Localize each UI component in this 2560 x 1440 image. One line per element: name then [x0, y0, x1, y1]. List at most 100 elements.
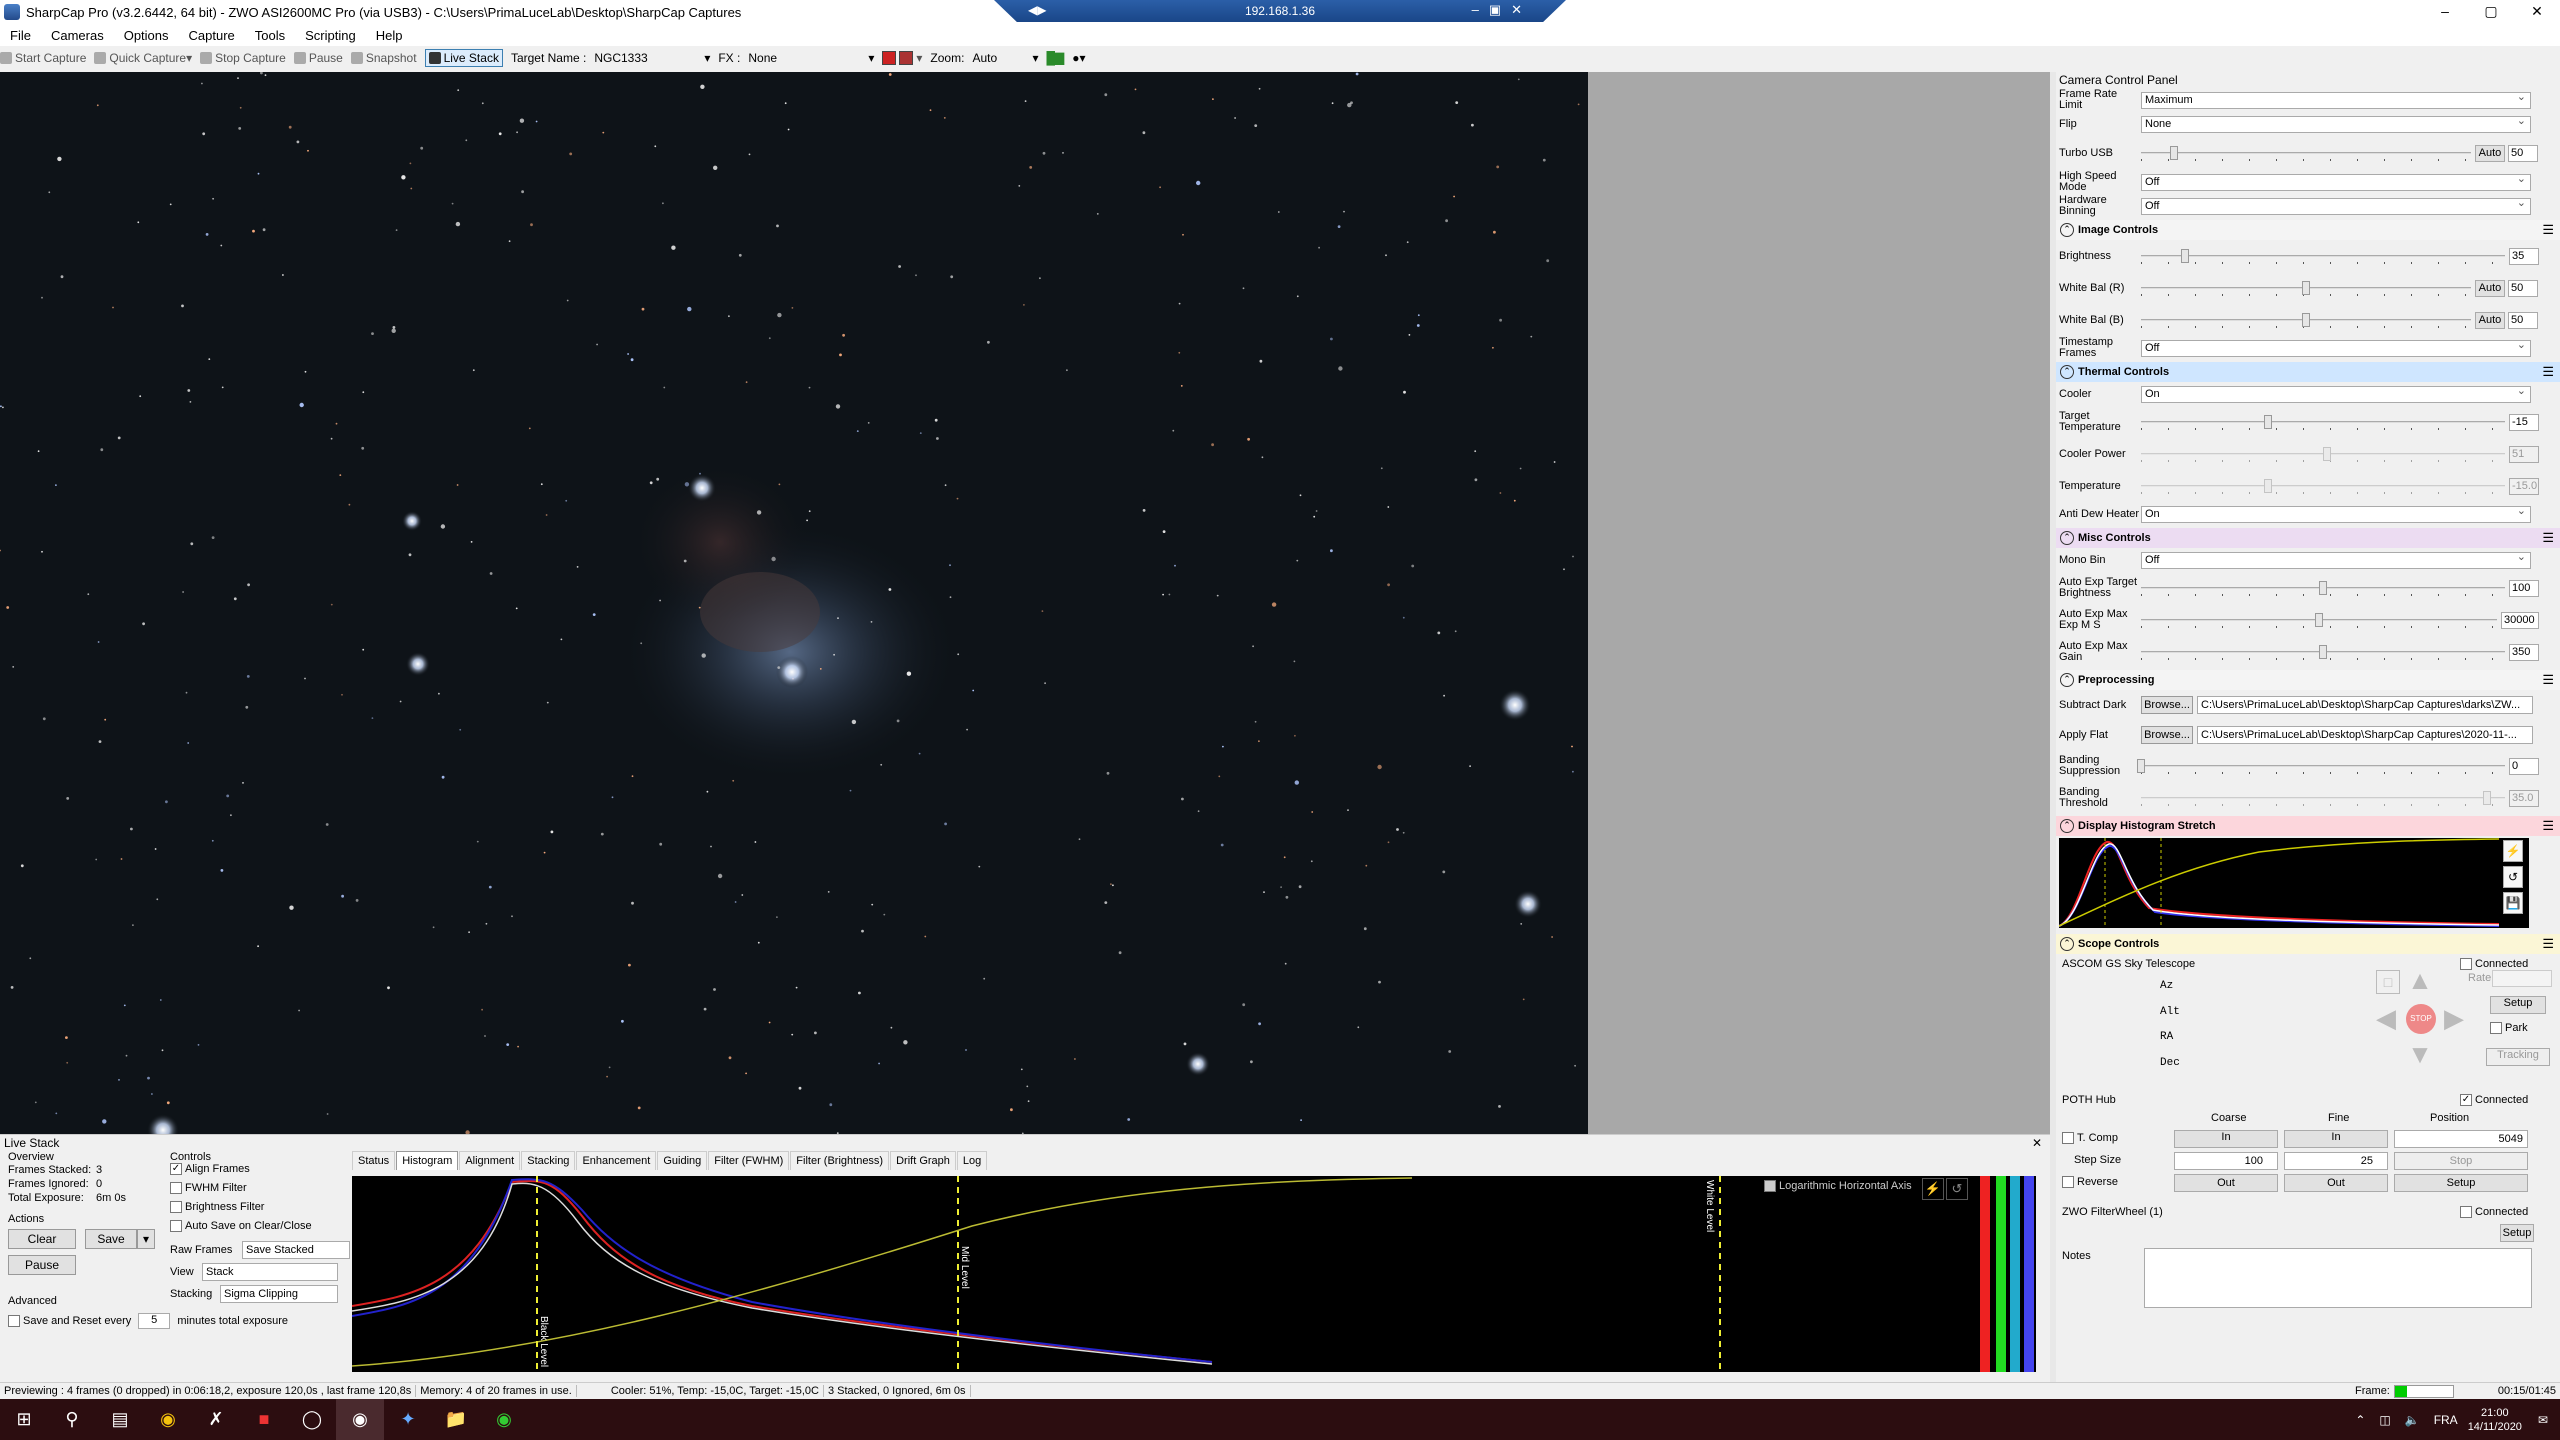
brightness-slider[interactable]: [2141, 246, 2505, 266]
thermal-controls-header[interactable]: ⌃ Thermal Controls ☰: [2056, 362, 2560, 382]
slider-thumb[interactable]: [2319, 645, 2327, 659]
turbo-usb-auto-button[interactable]: Auto: [2475, 144, 2505, 162]
subtract-dark-path[interactable]: C:\Users\PrimaLuceLab\Desktop\SharpCap C…: [2197, 696, 2533, 714]
slider-thumb[interactable]: [2322, 447, 2331, 461]
menu-icon[interactable]: ☰: [2542, 530, 2554, 546]
reset-icon[interactable]: ↺: [2503, 866, 2523, 888]
align-frames-checkbox[interactable]: ✓ Align Frames: [170, 1163, 350, 1182]
color-balance-sliders[interactable]: [1972, 1176, 2036, 1372]
fine-in-button[interactable]: In: [2284, 1130, 2388, 1148]
live-stack-close-icon[interactable]: ✕: [2032, 1135, 2042, 1151]
ae-target-slider[interactable]: [2141, 578, 2505, 598]
sharpcap-taskbar-icon[interactable]: ◉: [336, 1399, 384, 1440]
mono-bin-select[interactable]: Off: [2141, 550, 2531, 569]
auto-save-checkbox[interactable]: Auto Save on Clear/Close: [170, 1220, 350, 1239]
tab-filter-brightness[interactable]: Filter (Brightness): [790, 1151, 890, 1170]
apply-flat-browse-button[interactable]: Browse...: [2141, 726, 2193, 744]
snapshot-button[interactable]: Snapshot: [350, 51, 417, 65]
histogram-icon[interactable]: █▇: [1046, 51, 1064, 65]
stacking-select[interactable]: Sigma Clipping: [220, 1285, 338, 1303]
menu-icon[interactable]: ☰: [2542, 672, 2554, 688]
preprocessing-header[interactable]: ⌃ Preprocessing ☰: [2056, 670, 2560, 690]
view-select[interactable]: Stack: [202, 1263, 338, 1281]
red-balance-slider[interactable]: [1980, 1176, 1990, 1372]
ls-reset-icon[interactable]: ↺: [1946, 1178, 1968, 1200]
tab-log[interactable]: Log: [956, 1151, 988, 1170]
tracking-select[interactable]: Tracking: [2486, 1048, 2550, 1066]
wb-red-auto-button[interactable]: Auto: [2475, 279, 2505, 297]
anti-dew-select[interactable]: On: [2141, 504, 2531, 523]
target-temp-slider[interactable]: [2141, 412, 2505, 432]
reticle-tools[interactable]: ▾: [882, 51, 922, 65]
collapse-icon[interactable]: ⌃: [2060, 937, 2074, 951]
save-icon[interactable]: 💾: [2503, 892, 2523, 914]
green-balance-slider[interactable]: [1996, 1176, 2006, 1372]
target-temp-value[interactable]: -15: [2509, 413, 2539, 431]
volume-icon[interactable]: 🔈: [2405, 1413, 2420, 1427]
timestamp-select[interactable]: Off: [2141, 338, 2531, 357]
banding-thr-slider[interactable]: [2141, 788, 2505, 808]
menu-cameras[interactable]: Cameras: [41, 28, 114, 43]
focuser-setup-button[interactable]: Setup: [2394, 1174, 2528, 1192]
wb-red-slider[interactable]: [2141, 278, 2471, 298]
menu-icon[interactable]: ☰: [2542, 222, 2554, 238]
chrome-icon[interactable]: ◉: [144, 1399, 192, 1440]
slider-thumb[interactable]: [2170, 146, 2178, 160]
menu-help[interactable]: Help: [366, 28, 413, 43]
slider-thumb[interactable]: [2302, 281, 2310, 295]
pause-button[interactable]: Pause: [293, 51, 343, 65]
turbo-usb-value[interactable]: 50: [2508, 144, 2538, 162]
language-indicator[interactable]: FRA: [2434, 1413, 2458, 1427]
tab-status[interactable]: Status: [352, 1151, 396, 1170]
save-reset-checkbox[interactable]: [8, 1315, 20, 1327]
reverse-checkbox[interactable]: Reverse: [2062, 1176, 2118, 1189]
slew-north-arrow[interactable]: ▲: [2406, 966, 2434, 994]
auto-stretch-icon[interactable]: ⚡: [2503, 840, 2523, 862]
histogram-stretch-header[interactable]: ⌃ Display Histogram Stretch ☰: [2056, 816, 2560, 836]
slider-thumb[interactable]: [2264, 415, 2273, 429]
save-dropdown-icon[interactable]: ▾: [137, 1229, 156, 1249]
coarse-step-input[interactable]: 100: [2174, 1152, 2278, 1170]
remote-window-controls[interactable]: –▣✕: [1472, 2, 1532, 18]
park-checkbox[interactable]: Park: [2490, 1022, 2528, 1035]
live-stack-histogram[interactable]: Black Level Mid Level White Level ✓ Logar…: [351, 1176, 1972, 1372]
save-reset-minutes-input[interactable]: 5: [138, 1313, 171, 1329]
notifications-icon[interactable]: ✉: [2538, 1413, 2548, 1427]
ae-max-gain-value[interactable]: 350: [2509, 643, 2539, 661]
clear-button[interactable]: Clear: [8, 1229, 76, 1249]
file-explorer-icon[interactable]: 📁: [432, 1399, 480, 1440]
app-icon-red[interactable]: ■: [240, 1399, 288, 1440]
collapse-icon[interactable]: ⌃: [2060, 223, 2074, 237]
menu-options[interactable]: Options: [114, 28, 179, 43]
app-icon-x[interactable]: ✗: [192, 1399, 240, 1440]
stop-slew-button[interactable]: STOP: [2406, 1004, 2436, 1034]
collapse-icon[interactable]: ⌃: [2060, 365, 2074, 379]
app-icon-circle[interactable]: ◯: [288, 1399, 336, 1440]
blue-balance-slider[interactable]: [2010, 1176, 2020, 1372]
image-controls-header[interactable]: ⌃ Image Controls ☰: [2056, 220, 2560, 240]
magnifier-icon[interactable]: ●▾: [1072, 51, 1085, 65]
fx-select[interactable]: None ▾: [748, 51, 874, 65]
wb-red-value[interactable]: 50: [2508, 279, 2538, 297]
focuser-stop-button[interactable]: Stop: [2394, 1152, 2528, 1170]
maximize-button[interactable]: ▢: [2468, 0, 2514, 24]
tab-alignment[interactable]: Alignment: [459, 1151, 521, 1170]
slider-thumb[interactable]: [2137, 759, 2145, 773]
fine-out-button[interactable]: Out: [2284, 1174, 2388, 1192]
banding-supp-slider[interactable]: [2137, 756, 2505, 776]
slew-options-icon[interactable]: □: [2376, 970, 2400, 994]
wb-blue-value[interactable]: 50: [2508, 311, 2538, 329]
save-button[interactable]: Save: [85, 1229, 138, 1249]
quick-capture-button[interactable]: Quick Capture ▾: [94, 51, 192, 65]
raw-frames-select[interactable]: Save Stacked: [242, 1241, 350, 1259]
camera-preview-image[interactable]: [0, 72, 1588, 1134]
high-speed-select[interactable]: Off: [2141, 172, 2531, 191]
windows-start-icon[interactable]: ⊞: [0, 1399, 48, 1440]
task-view-icon[interactable]: ▤: [96, 1399, 144, 1440]
turbo-usb-slider[interactable]: [2141, 143, 2471, 163]
menu-icon[interactable]: ☰: [2542, 818, 2554, 834]
pause-stack-button[interactable]: Pause: [8, 1255, 76, 1275]
focuser-connected[interactable]: ✓ Connected: [2460, 1094, 2528, 1107]
ae-max-exp-value[interactable]: 30000: [2501, 611, 2539, 629]
notes-textarea[interactable]: [2144, 1248, 2532, 1308]
